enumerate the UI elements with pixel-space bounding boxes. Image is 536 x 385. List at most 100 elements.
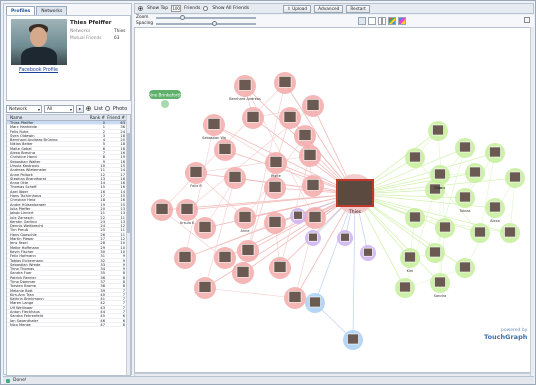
friend-node-photo[interactable] bbox=[306, 179, 320, 191]
friend-node-photo[interactable] bbox=[293, 210, 303, 220]
friend-node-photo[interactable] bbox=[189, 166, 203, 178]
friend-node-photo[interactable] bbox=[509, 171, 521, 183]
node-label[interactable]: Alexa bbox=[490, 219, 500, 223]
go-button[interactable]: ▸ bbox=[76, 104, 85, 113]
friend-node-photo[interactable] bbox=[459, 191, 471, 203]
friend-node-photo[interactable] bbox=[439, 221, 451, 233]
friend-node-photo[interactable] bbox=[198, 281, 212, 293]
advanced-button[interactable]: Advanced bbox=[314, 4, 344, 13]
col-name[interactable]: Name bbox=[7, 115, 87, 120]
friend-node-photo[interactable] bbox=[306, 99, 320, 111]
friend-node-photo[interactable] bbox=[340, 232, 350, 242]
tab-profiles[interactable]: Profiles bbox=[6, 6, 36, 15]
friend-node-photo[interactable] bbox=[180, 203, 194, 215]
graph-vscroll[interactable] bbox=[530, 27, 534, 373]
node-label[interactable]: Kim bbox=[407, 269, 414, 273]
friend-node-photo[interactable] bbox=[268, 181, 282, 193]
center-label[interactable]: Thies bbox=[348, 209, 362, 215]
friend-node-photo[interactable] bbox=[218, 143, 232, 155]
friend-node-photo[interactable] bbox=[155, 203, 169, 215]
network-select[interactable]: Network bbox=[6, 104, 42, 113]
friend-node-photo[interactable] bbox=[178, 251, 192, 263]
node-label[interactable]: Bernhard Andreas bbox=[229, 97, 261, 101]
lone-node-label[interactable]: Sine Brinkeforth bbox=[148, 93, 182, 98]
friend-node-photo[interactable] bbox=[207, 118, 221, 130]
friend-node-photo[interactable] bbox=[363, 247, 373, 257]
friend-node-photo[interactable] bbox=[489, 146, 501, 158]
node-label[interactable]: Felix R bbox=[190, 184, 202, 188]
friend-node-photo[interactable] bbox=[469, 166, 481, 178]
grid-icon[interactable] bbox=[368, 17, 376, 25]
friend-node-photo[interactable] bbox=[283, 111, 297, 123]
network-graph[interactable]: Sine Brinkeforth Thies Bernhard Andreas Seb… bbox=[134, 27, 531, 373]
node-label[interactable]: Anne bbox=[241, 229, 250, 233]
node-label[interactable]: Ursula K bbox=[180, 221, 195, 225]
friend-node-photo[interactable] bbox=[434, 168, 446, 180]
friend-node-photo[interactable] bbox=[308, 232, 318, 242]
node-label[interactable]: Malte bbox=[271, 174, 281, 178]
home-icon[interactable] bbox=[358, 17, 366, 25]
graph-canvas[interactable]: Sine Brinkeforth Thies Bernhard Andreas Seb… bbox=[135, 28, 531, 373]
list-radio[interactable] bbox=[86, 106, 92, 111]
friend-node-photo[interactable] bbox=[288, 291, 302, 303]
table-scrollbar[interactable] bbox=[126, 115, 130, 375]
center-node-photo[interactable] bbox=[336, 179, 374, 207]
friend-node-photo[interactable] bbox=[399, 281, 411, 293]
friend-node-photo[interactable] bbox=[246, 111, 260, 123]
friend-node-photo[interactable] bbox=[303, 149, 317, 161]
friend-node-photo[interactable] bbox=[298, 129, 312, 141]
photo-radio[interactable] bbox=[104, 106, 110, 111]
friend-node-photo[interactable] bbox=[308, 211, 322, 223]
node-label[interactable]: Tobias bbox=[459, 209, 471, 213]
zoom-knob[interactable] bbox=[180, 15, 185, 20]
friend-node-photo[interactable] bbox=[273, 261, 287, 273]
friend-node-photo[interactable] bbox=[228, 171, 242, 183]
friend-node-photo[interactable] bbox=[409, 151, 421, 163]
tab-networks[interactable]: Networks bbox=[36, 6, 68, 15]
graph-edge[interactable] bbox=[204, 287, 296, 299]
top-count-input[interactable]: 100 bbox=[171, 5, 182, 12]
friend-node-photo[interactable] bbox=[278, 76, 292, 88]
friend-node-photo[interactable] bbox=[409, 211, 421, 223]
friend-node-photo[interactable] bbox=[309, 296, 321, 308]
friend-node-photo[interactable] bbox=[236, 266, 250, 278]
node-label[interactable]: Sebastian Wa bbox=[202, 136, 226, 140]
all-select[interactable]: All bbox=[44, 104, 74, 113]
friend-node-photo[interactable] bbox=[504, 226, 516, 238]
friend-node-photo[interactable] bbox=[241, 244, 255, 256]
friend-node-photo[interactable] bbox=[269, 156, 283, 168]
lone-node-dot[interactable] bbox=[161, 100, 169, 108]
upload-button[interactable]: ⇪ Upload bbox=[283, 4, 312, 13]
pause-icon[interactable] bbox=[378, 17, 386, 25]
friend-node-photo[interactable] bbox=[432, 124, 444, 136]
spacing-slider[interactable] bbox=[156, 23, 256, 25]
facebook-profile-link[interactable]: Facebook Profile bbox=[19, 68, 58, 73]
col-rank[interactable]: Rank # bbox=[87, 115, 107, 120]
node-label[interactable]: Marco bbox=[435, 186, 446, 190]
friend-node-photo[interactable] bbox=[489, 201, 501, 213]
color-icon[interactable] bbox=[388, 17, 396, 25]
friend-node-photo[interactable] bbox=[238, 211, 252, 223]
spacing-knob[interactable] bbox=[212, 21, 217, 26]
friend-node-photo[interactable] bbox=[434, 276, 446, 288]
show-all-radio[interactable] bbox=[203, 6, 209, 11]
friend-node-photo[interactable] bbox=[459, 141, 471, 153]
friend-node-photo[interactable] bbox=[429, 246, 441, 258]
friend-node-photo[interactable] bbox=[198, 221, 212, 233]
friend-node-photo[interactable] bbox=[238, 79, 252, 91]
restart-button[interactable]: Restart bbox=[346, 4, 370, 13]
palette-icon[interactable] bbox=[398, 17, 406, 25]
friend-node-photo[interactable] bbox=[218, 251, 232, 263]
friend-node-photo[interactable] bbox=[459, 261, 471, 273]
friend-node-photo[interactable] bbox=[404, 251, 416, 263]
graph-edge[interactable] bbox=[195, 155, 311, 174]
show-top-radio[interactable] bbox=[138, 6, 143, 11]
friend-node-photo[interactable] bbox=[474, 226, 486, 238]
table-row[interactable]: Nico Menke 47 6 bbox=[7, 323, 130, 328]
expand-icon[interactable] bbox=[524, 17, 530, 23]
node-label[interactable]: Sandra bbox=[434, 294, 446, 298]
col-friends[interactable]: Friend # bbox=[107, 115, 127, 120]
friend-node-photo[interactable] bbox=[268, 216, 282, 228]
zoom-slider[interactable] bbox=[156, 17, 256, 19]
friend-node-photo[interactable] bbox=[347, 333, 359, 345]
